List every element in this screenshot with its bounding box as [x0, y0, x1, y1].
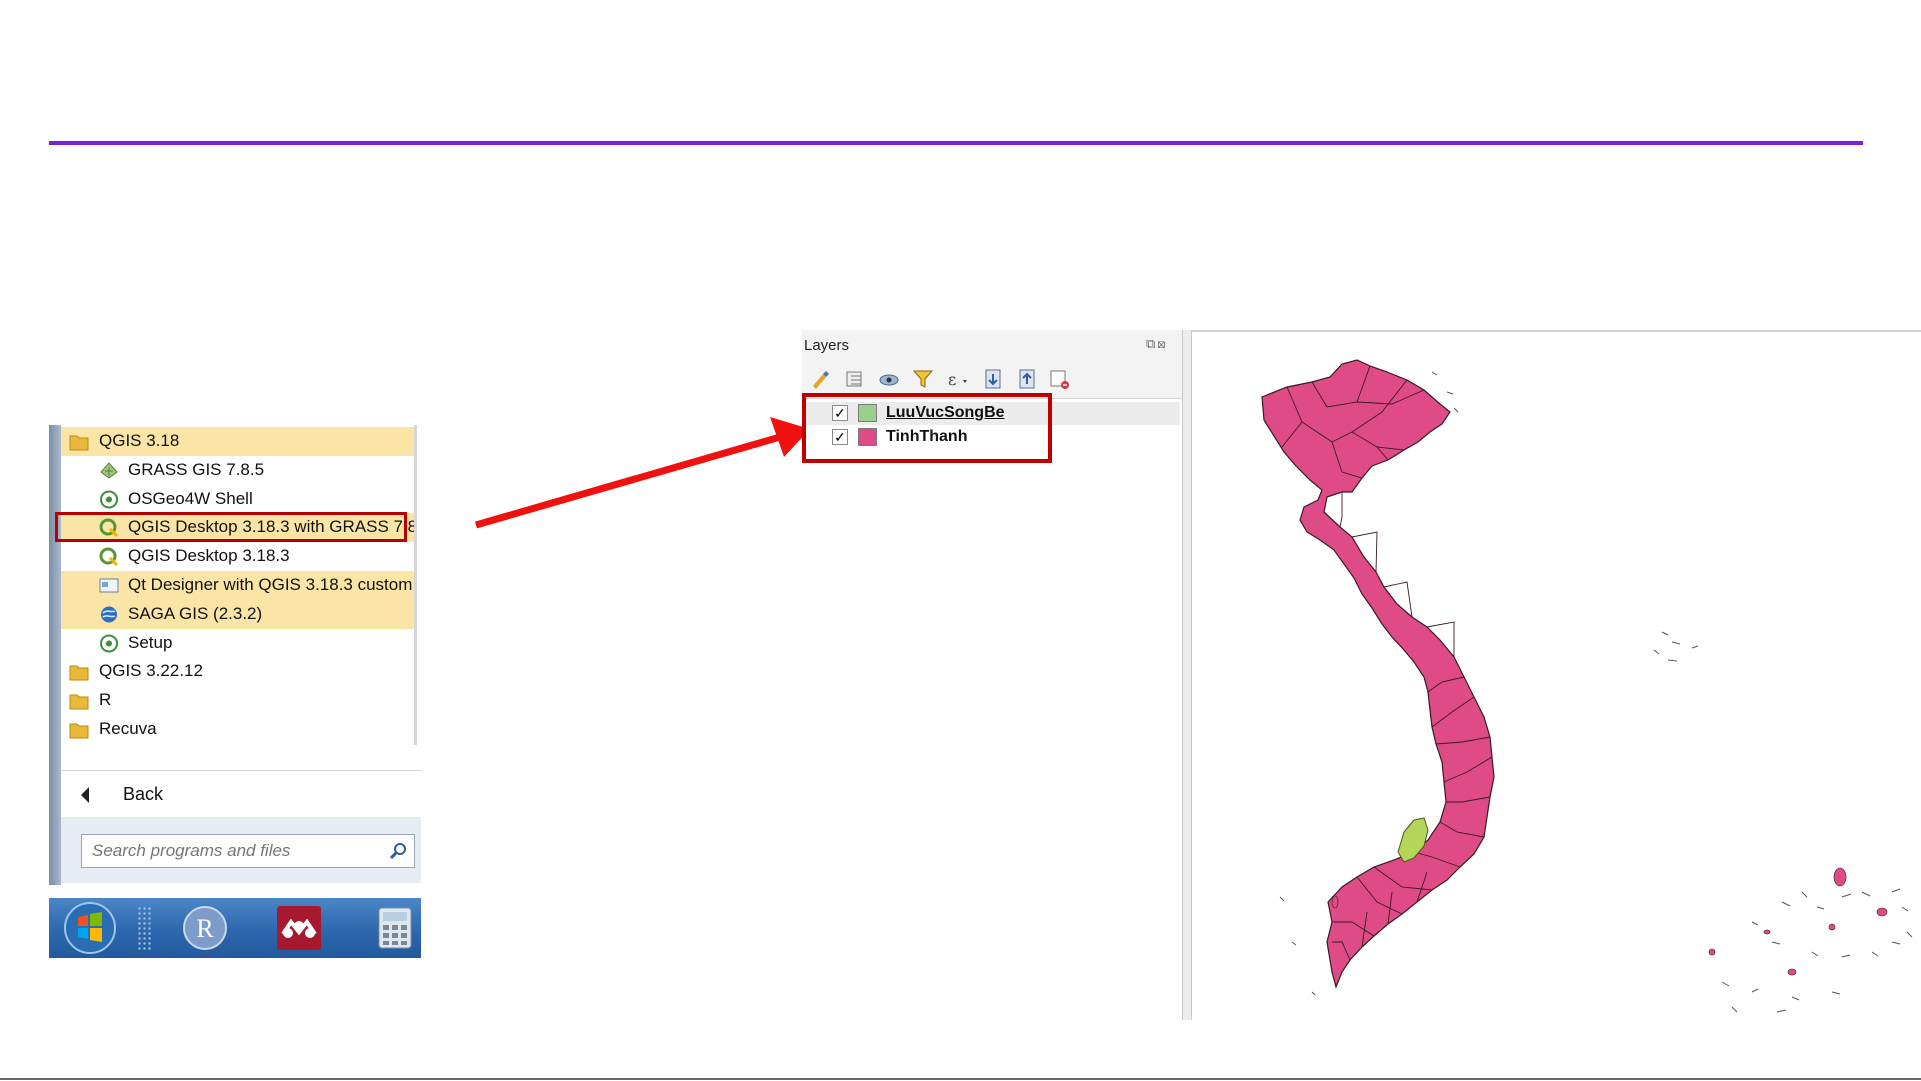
program-qt-designer[interactable]: Qt Designer with QGIS 3.18.3 custom widg… [61, 570, 417, 600]
selected-program-callout-box [55, 512, 407, 542]
program-folder-qgis-3-18[interactable]: QGIS 3.18 [61, 427, 417, 456]
svg-text:ε: ε [948, 370, 956, 389]
title-underline-rule [49, 141, 1863, 145]
style-manager-icon[interactable] [808, 366, 834, 392]
r-letter: R [196, 914, 214, 943]
manage-map-themes-icon[interactable] [876, 366, 902, 392]
osgeo-icon [100, 634, 118, 653]
calculator-icon[interactable] [377, 906, 413, 950]
program-setup[interactable]: Setup [61, 629, 417, 658]
qt-designer-icon [99, 578, 119, 593]
program-list-scrollbar[interactable] [414, 425, 417, 745]
map-canvas[interactable] [1192, 330, 1921, 1022]
r-app-icon[interactable]: R [181, 904, 229, 952]
folder-icon [69, 694, 89, 710]
layers-callout-box [802, 393, 1052, 463]
search-box [81, 834, 415, 868]
callout-arrow [475, 417, 810, 529]
program-grass-gis[interactable]: GRASS GIS 7.8.5 [61, 456, 417, 485]
windows-taskbar: R [49, 898, 421, 958]
expand-all-icon[interactable] [980, 366, 1006, 392]
program-qgis-desktop[interactable]: QGIS Desktop 3.18.3 [61, 542, 417, 571]
back-button[interactable]: Back [61, 775, 421, 815]
filter-expression-icon[interactable]: ε [944, 366, 970, 392]
qgis-icon [99, 547, 119, 567]
taskbar-grip [137, 906, 153, 950]
remove-layer-icon[interactable] [1046, 366, 1072, 392]
search-programs-input[interactable] [82, 835, 392, 867]
program-folder-qgis-3-22[interactable]: QGIS 3.22.12 [61, 657, 417, 686]
folder-icon [69, 435, 89, 451]
mendeley-icon[interactable] [275, 904, 323, 952]
search-icon[interactable] [388, 841, 408, 861]
start-menu-left-edge [49, 425, 61, 885]
program-osgeo4w-shell[interactable]: OSGeo4W Shell [61, 485, 417, 514]
add-group-icon[interactable] [842, 366, 868, 392]
layers-panel-title: Layers [804, 337, 850, 354]
osgeo-icon [100, 490, 118, 509]
program-saga-gis[interactable]: SAGA GIS (2.3.2) [61, 599, 417, 629]
folder-icon [69, 723, 89, 739]
panel-splitter[interactable] [1182, 330, 1192, 1020]
all-programs-list: QGIS 3.18 GRASS GIS 7.8.5 OSGeo4W Shell … [61, 427, 417, 744]
windows-start-orb-icon[interactable] [63, 901, 117, 955]
bottom-rule [0, 1078, 1921, 1080]
start-menu-separator [61, 770, 421, 771]
qgis-window: Layers ⧉⊠ ε ✓ LuuVucSongBe ✓ TinhThanh [802, 330, 1921, 1022]
panel-float-close-buttons[interactable]: ⧉⊠ [1146, 336, 1168, 352]
layer-tree: ✓ LuuVucSongBe ✓ TinhThanh [802, 398, 1182, 1021]
layers-panel: Layers ⧉⊠ ε ✓ LuuVucSongBe ✓ TinhThanh [802, 330, 1182, 1021]
layers-toolbar: ε [804, 364, 1174, 394]
grass-icon [100, 462, 118, 479]
saga-icon [101, 606, 117, 623]
province-polygons [1261, 359, 1495, 989]
back-arrow-icon [81, 787, 89, 803]
collapse-all-icon[interactable] [1014, 366, 1040, 392]
windows-start-menu: QGIS 3.18 GRASS GIS 7.8.5 OSGeo4W Shell … [49, 425, 421, 958]
program-folder-r[interactable]: R [61, 686, 417, 715]
program-folder-recuva[interactable]: Recuva [61, 715, 417, 744]
folder-icon [69, 665, 89, 681]
filter-legend-icon[interactable] [910, 366, 936, 392]
vietnam-provinces-map [1261, 359, 1913, 1013]
